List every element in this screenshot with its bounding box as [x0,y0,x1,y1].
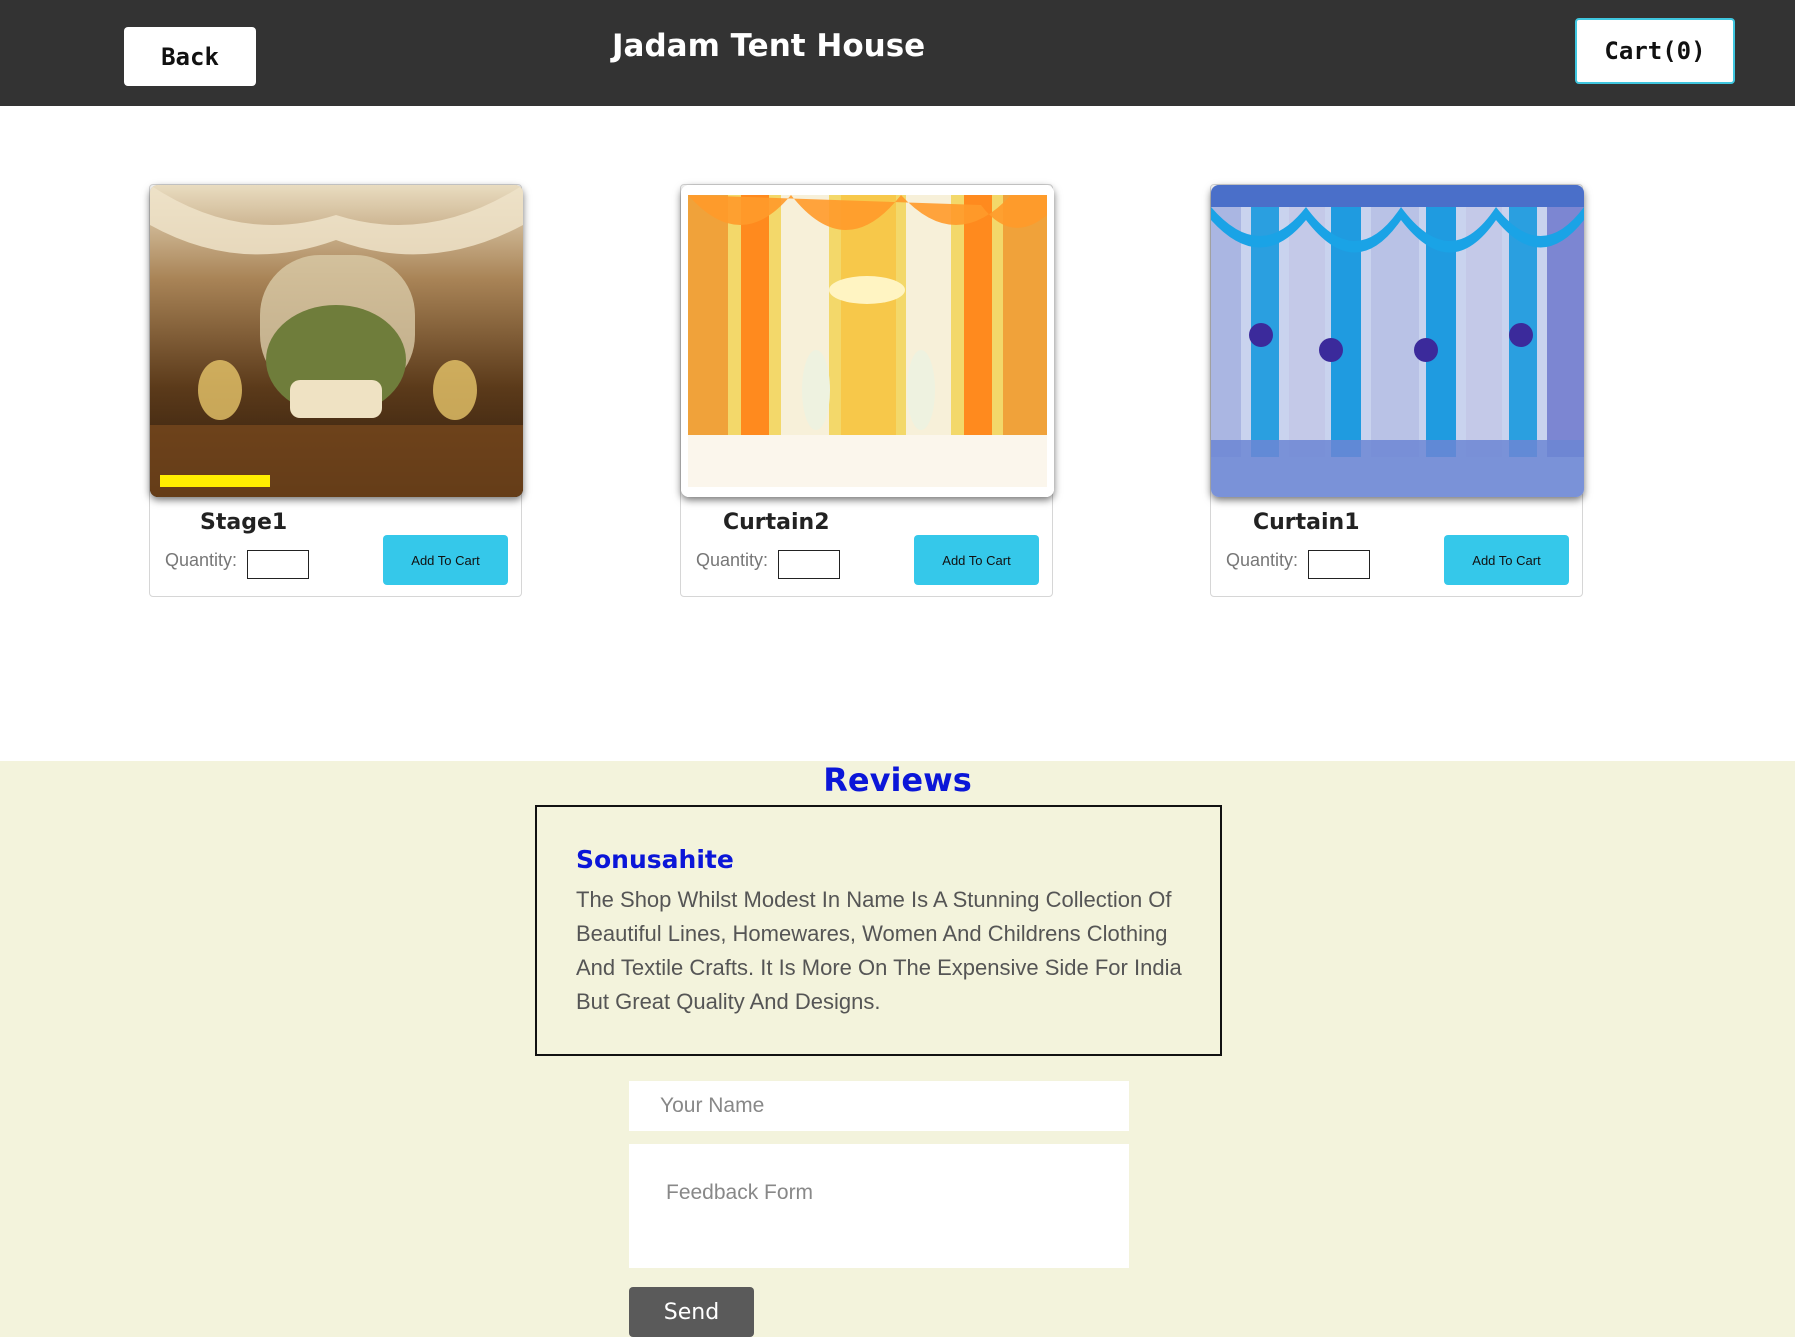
reviews-title: Reviews [823,761,972,799]
quantity-input[interactable] [778,550,840,579]
quantity-label: Quantity: [1226,550,1299,570]
add-to-cart-button[interactable]: Add To Cart [1444,535,1569,585]
quantity-input[interactable] [1308,550,1370,579]
product-card-stage1: Stage1 Quantity: Add To Cart [149,184,523,597]
your-name-input[interactable] [629,1081,1129,1131]
product-image-stage1[interactable] [150,185,523,497]
quantity-label: Quantity: [165,550,238,570]
add-to-cart-button[interactable]: Add To Cart [914,535,1039,585]
stage-photo [150,185,523,497]
product-image-curtain1[interactable] [1211,185,1584,497]
review-text: The Shop Whilst Modest In Name Is A Stun… [576,887,1182,1014]
review-card: Sonusahite The Shop Whilst Modest In Nam… [535,805,1222,1056]
site-title: Jadam Tent House [612,28,926,64]
product-name: Curtain1 [1253,510,1360,535]
add-to-cart-button[interactable]: Add To Cart [383,535,508,585]
top-navbar: Back Jadam Tent House Cart(0) [0,0,1795,106]
back-button[interactable]: Back [124,27,256,86]
quantity-label: Quantity: [696,550,769,570]
product-card-curtain2: Curtain2 Quantity: Add To Cart [680,184,1054,597]
curtain-orange-photo [681,185,1054,497]
product-image-curtain2[interactable] [681,185,1054,497]
feedback-textarea[interactable] [629,1144,1129,1268]
product-name: Stage1 [200,510,288,535]
product-name: Curtain2 [723,510,830,535]
cart-button[interactable]: Cart(0) [1575,18,1735,84]
curtain-blue-photo [1211,185,1584,497]
product-card-curtain1: Curtain1 Quantity: Add To Cart [1210,184,1584,597]
send-button[interactable]: Send [629,1287,754,1337]
review-author: Sonusahite [576,845,734,874]
reviews-section: Reviews Sonusahite The Shop Whilst Modes… [0,761,1795,1337]
quantity-input[interactable] [247,550,309,579]
